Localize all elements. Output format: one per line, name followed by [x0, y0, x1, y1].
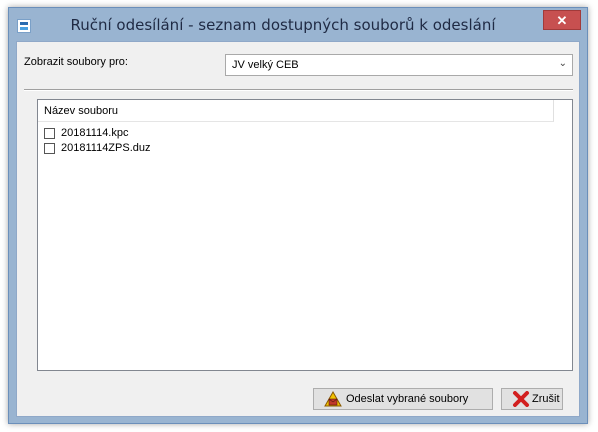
file-list[interactable]: Název souboru 20181114.kpc 20181114ZPS.d…: [37, 99, 573, 371]
separator: [24, 89, 573, 91]
filter-selected-value: JV velký CEB: [232, 59, 299, 71]
close-button[interactable]: ✕: [543, 10, 581, 30]
dialog-body: Zobrazit soubory pro: JV velký CEB ⌄ Náz…: [16, 41, 580, 417]
send-warning-icon: [324, 391, 342, 407]
file-name: 20181114.kpc: [61, 127, 129, 139]
send-button-label: Odeslat vybrané soubory: [346, 393, 469, 405]
list-item[interactable]: 20181114.kpc: [44, 127, 344, 141]
app-icon: [17, 19, 31, 33]
filter-label: Zobrazit soubory pro:: [24, 56, 128, 68]
file-checkbox[interactable]: [44, 143, 55, 154]
cancel-button-label: Zrušit: [532, 393, 560, 405]
title-bar[interactable]: Ruční odesílání - seznam dostupných soub…: [9, 8, 587, 40]
cancel-button[interactable]: Zrušit: [501, 388, 563, 410]
column-header-label: Název souboru: [44, 105, 118, 117]
send-selected-files-button[interactable]: Odeslat vybrané soubory: [313, 388, 493, 410]
dialog-window: Ruční odesílání - seznam dostupných soub…: [8, 7, 588, 424]
filter-combobox[interactable]: JV velký CEB ⌄: [225, 54, 573, 76]
file-name: 20181114ZPS.duz: [61, 142, 151, 154]
file-checkbox[interactable]: [44, 128, 55, 139]
list-item[interactable]: 20181114ZPS.duz: [44, 142, 344, 156]
red-x-icon: [513, 391, 529, 407]
window-title: Ruční odesílání - seznam dostupných soub…: [70, 16, 496, 34]
column-header-filename[interactable]: Název souboru: [38, 100, 554, 122]
chevron-down-icon[interactable]: ⌄: [559, 58, 567, 69]
